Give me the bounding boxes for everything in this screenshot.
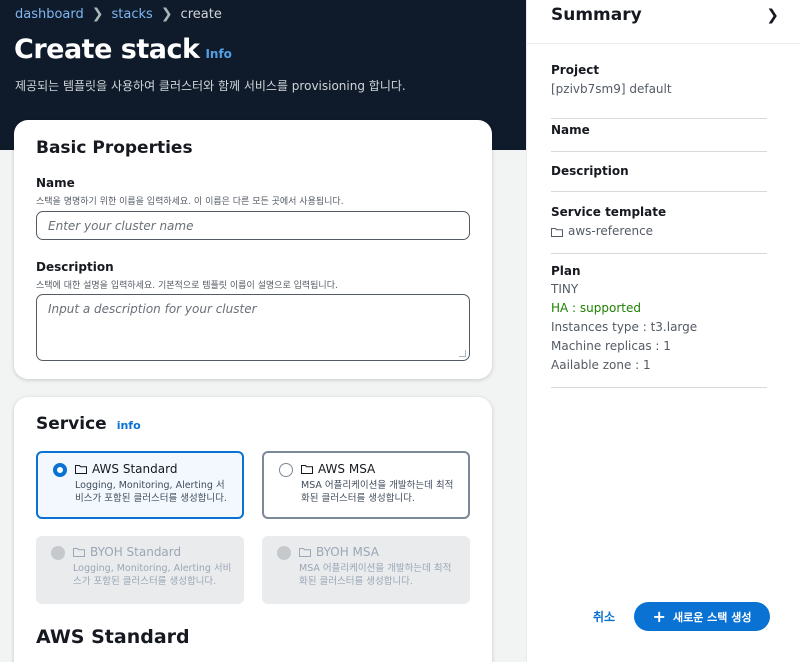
summary-name-label: Name [551, 123, 590, 137]
page-subtitle: 제공되는 템플릿을 사용하여 클러스터와 함께 서비스를 provisionin… [15, 79, 406, 93]
service-option-byoh-standard: BYOH Standard Logging, Monitoring, Alert… [36, 536, 244, 604]
breadcrumb-stacks[interactable]: stacks [112, 7, 153, 22]
service-title: Service [36, 414, 107, 434]
chevron-right-icon: ❯ [91, 6, 104, 22]
cancel-button[interactable]: 취소 [593, 608, 615, 625]
folder-icon [551, 227, 563, 237]
radio-unselected[interactable] [279, 463, 293, 477]
chevron-right-icon: ❯ [160, 6, 173, 22]
chevron-right-icon[interactable]: ❯ [766, 6, 779, 24]
service-card: Service info AWS Standard Logging, Monit… [14, 397, 492, 662]
option-label: BYOH MSA [316, 545, 379, 559]
summary-plan-tier: TINY [551, 282, 579, 296]
radio-disabled [51, 546, 65, 560]
option-label: AWS MSA [318, 462, 376, 476]
resize-handle-icon[interactable] [459, 350, 466, 357]
option-description: Logging, Monitoring, Alerting 서비스가 포함된 클… [73, 563, 232, 587]
description-textarea[interactable]: Input a description for your cluster [36, 294, 470, 361]
info-link[interactable]: Info [205, 47, 231, 61]
summary-plan-replicas: Machine replicas : 1 [551, 339, 671, 353]
radio-disabled [277, 546, 291, 560]
basic-properties-card: Basic Properties Name 스택을 명명하기 위한 이름을 입력… [14, 120, 492, 379]
summary-plan: Plan TINY HA : supported Instances type … [551, 264, 767, 388]
description-label: Description [36, 260, 114, 274]
name-label: Name [36, 176, 75, 190]
create-stack-button[interactable]: + 새로운 스택 생성 [634, 602, 770, 631]
plus-icon: + [652, 606, 666, 626]
option-description: MSA 어플리케이션을 개발하는데 최적화된 클러스터를 생성합니다. [301, 480, 454, 504]
page-title: Create stack [14, 34, 200, 65]
summary-header: Summary ❯ [527, 0, 800, 44]
service-option-aws-msa[interactable]: AWS MSA MSA 어플리케이션을 개발하는데 최적화된 클러스터를 생성합… [262, 451, 470, 519]
folder-icon [75, 465, 87, 474]
folder-icon [301, 465, 313, 474]
description-hint: 스택에 대한 설명을 입력하세요. 기본적으로 템플릿 이름이 설명으로 입력됩… [36, 281, 338, 291]
summary-template-row: aws-reference [551, 222, 767, 241]
name-hint: 스택을 명명하기 위한 이름을 입력하세요. 이 이름은 다른 모든 곳에서 사… [36, 197, 344, 207]
description-placeholder: Input a description for your cluster [48, 302, 257, 316]
summary-description-label: Description [551, 164, 629, 178]
main-pane: dashboard ❯ stacks ❯ create Create stack… [0, 0, 526, 662]
service-title-row: Service info [36, 414, 141, 434]
summary-plan-zone: Aailable zone : 1 [551, 358, 651, 372]
page-title-row: Create stack Info [14, 34, 232, 65]
option-description: Logging, Monitoring, Alerting 서비스가 포함된 클… [75, 480, 227, 504]
basic-properties-title: Basic Properties [36, 138, 193, 158]
name-input[interactable]: Enter your cluster name [36, 211, 470, 240]
summary-template-label: Service template [551, 205, 667, 219]
summary-plan-ha: HA : supported [551, 301, 641, 315]
summary-plan-label: Plan [551, 264, 581, 278]
folder-icon [73, 548, 85, 557]
option-label: BYOH Standard [90, 545, 182, 559]
summary-project-value: [pzivb7sm9] default [551, 82, 672, 96]
summary-template-value: aws-reference [568, 224, 654, 238]
summary-description: Description [551, 164, 767, 192]
service-info-link[interactable]: info [117, 419, 141, 432]
summary-name: Name [551, 123, 767, 152]
option-label: AWS Standard [92, 462, 178, 476]
folder-icon [299, 548, 311, 557]
option-description: MSA 어플리케이션을 개발하는데 최적화된 클러스터를 생성합니다. [299, 563, 452, 587]
service-option-byoh-msa: BYOH MSA MSA 어플리케이션을 개발하는데 최적화된 클러스터를 생성… [262, 536, 470, 604]
aws-standard-section-title: AWS Standard [36, 626, 190, 648]
summary-service-template: Service template aws-reference [551, 205, 767, 254]
breadcrumb-current: create [180, 6, 222, 22]
breadcrumb: dashboard ❯ stacks ❯ create [15, 6, 222, 22]
service-option-aws-standard[interactable]: AWS Standard Logging, Monitoring, Alerti… [36, 451, 244, 519]
breadcrumb-dashboard[interactable]: dashboard [15, 7, 84, 22]
summary-title: Summary [551, 5, 642, 25]
summary-project: Project [pzivb7sm9] default [551, 63, 767, 119]
create-stack-label: 새로운 스택 생성 [672, 610, 752, 624]
summary-plan-instance: Instances type : t3.large [551, 320, 698, 334]
summary-panel: Summary ❯ Project [pzivb7sm9] default Na… [526, 0, 800, 662]
radio-selected[interactable] [53, 463, 67, 477]
summary-project-label: Project [551, 63, 600, 77]
